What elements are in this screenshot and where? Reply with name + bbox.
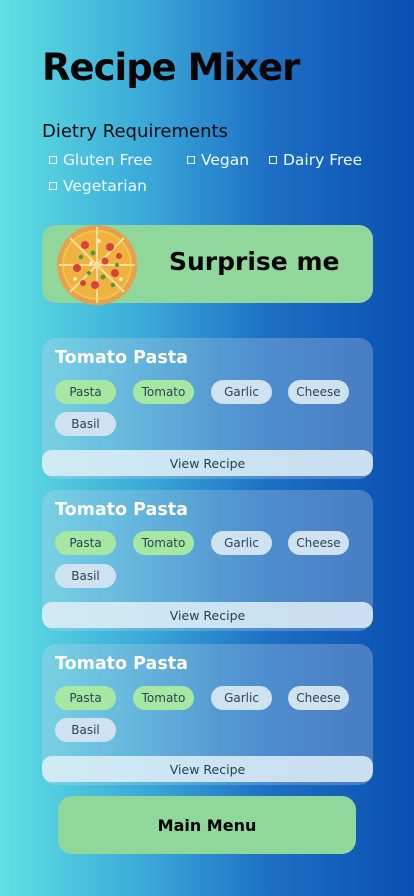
checkbox-icon[interactable] bbox=[49, 156, 57, 164]
ingredient-tag: Garlic bbox=[211, 380, 272, 404]
ingredient-tag: Pasta bbox=[55, 686, 116, 710]
dairy-free-label: Dairy Free bbox=[283, 151, 363, 169]
recipe-card: Tomato Pasta Pasta Tomato Garlic Cheese … bbox=[42, 644, 373, 785]
ingredient-tag: Pasta bbox=[55, 531, 116, 555]
ingredient-tag: Basil bbox=[55, 718, 116, 742]
ingredient-tag: Basil bbox=[55, 412, 116, 436]
vegan-label: Vegan bbox=[201, 151, 250, 169]
ingredient-tag: Cheese bbox=[288, 686, 349, 710]
ingredient-tag: Pasta bbox=[55, 380, 116, 404]
dairy-free-checkbox[interactable]: Dairy Free bbox=[269, 151, 362, 169]
recipe-card: Tomato Pasta Pasta Tomato Garlic Cheese … bbox=[42, 338, 373, 479]
app-title: Recipe Mixer bbox=[42, 46, 300, 89]
ingredient-tag: Garlic bbox=[211, 531, 272, 555]
view-recipe-button[interactable]: View Recipe bbox=[42, 602, 373, 628]
pizza-icon bbox=[57, 225, 137, 305]
surprise-me-button[interactable]: Surprise me bbox=[42, 225, 373, 305]
ingredient-tag: Cheese bbox=[288, 380, 349, 404]
gluten-free-label: Gluten Free bbox=[63, 151, 153, 169]
ingredient-tag: Tomato bbox=[133, 380, 194, 404]
checkbox-icon[interactable] bbox=[49, 182, 57, 190]
recipe-card: Tomato Pasta Pasta Tomato Garlic Cheese … bbox=[42, 490, 373, 631]
dietary-requirements-heading: Dietry Requirements bbox=[42, 121, 228, 142]
ingredient-tag: Basil bbox=[55, 564, 116, 588]
vegetarian-label: Vegetarian bbox=[63, 177, 147, 195]
recipe-title: Tomato Pasta bbox=[55, 348, 188, 368]
gluten-free-checkbox[interactable]: Gluten Free bbox=[49, 151, 152, 169]
ingredient-tag: Tomato bbox=[133, 686, 194, 710]
ingredient-tag: Cheese bbox=[288, 531, 349, 555]
ingredient-tag: Garlic bbox=[211, 686, 272, 710]
recipe-title: Tomato Pasta bbox=[55, 654, 188, 674]
main-menu-button[interactable]: Main Menu bbox=[58, 796, 356, 854]
view-recipe-button[interactable]: View Recipe bbox=[42, 756, 373, 782]
surprise-me-label: Surprise me bbox=[169, 247, 340, 276]
vegetarian-checkbox[interactable]: Vegetarian bbox=[49, 177, 147, 195]
checkbox-icon[interactable] bbox=[187, 156, 195, 164]
checkbox-icon[interactable] bbox=[269, 156, 277, 164]
vegan-checkbox[interactable]: Vegan bbox=[187, 151, 249, 169]
view-recipe-button[interactable]: View Recipe bbox=[42, 450, 373, 476]
ingredient-tag: Tomato bbox=[133, 531, 194, 555]
recipe-title: Tomato Pasta bbox=[55, 500, 188, 520]
